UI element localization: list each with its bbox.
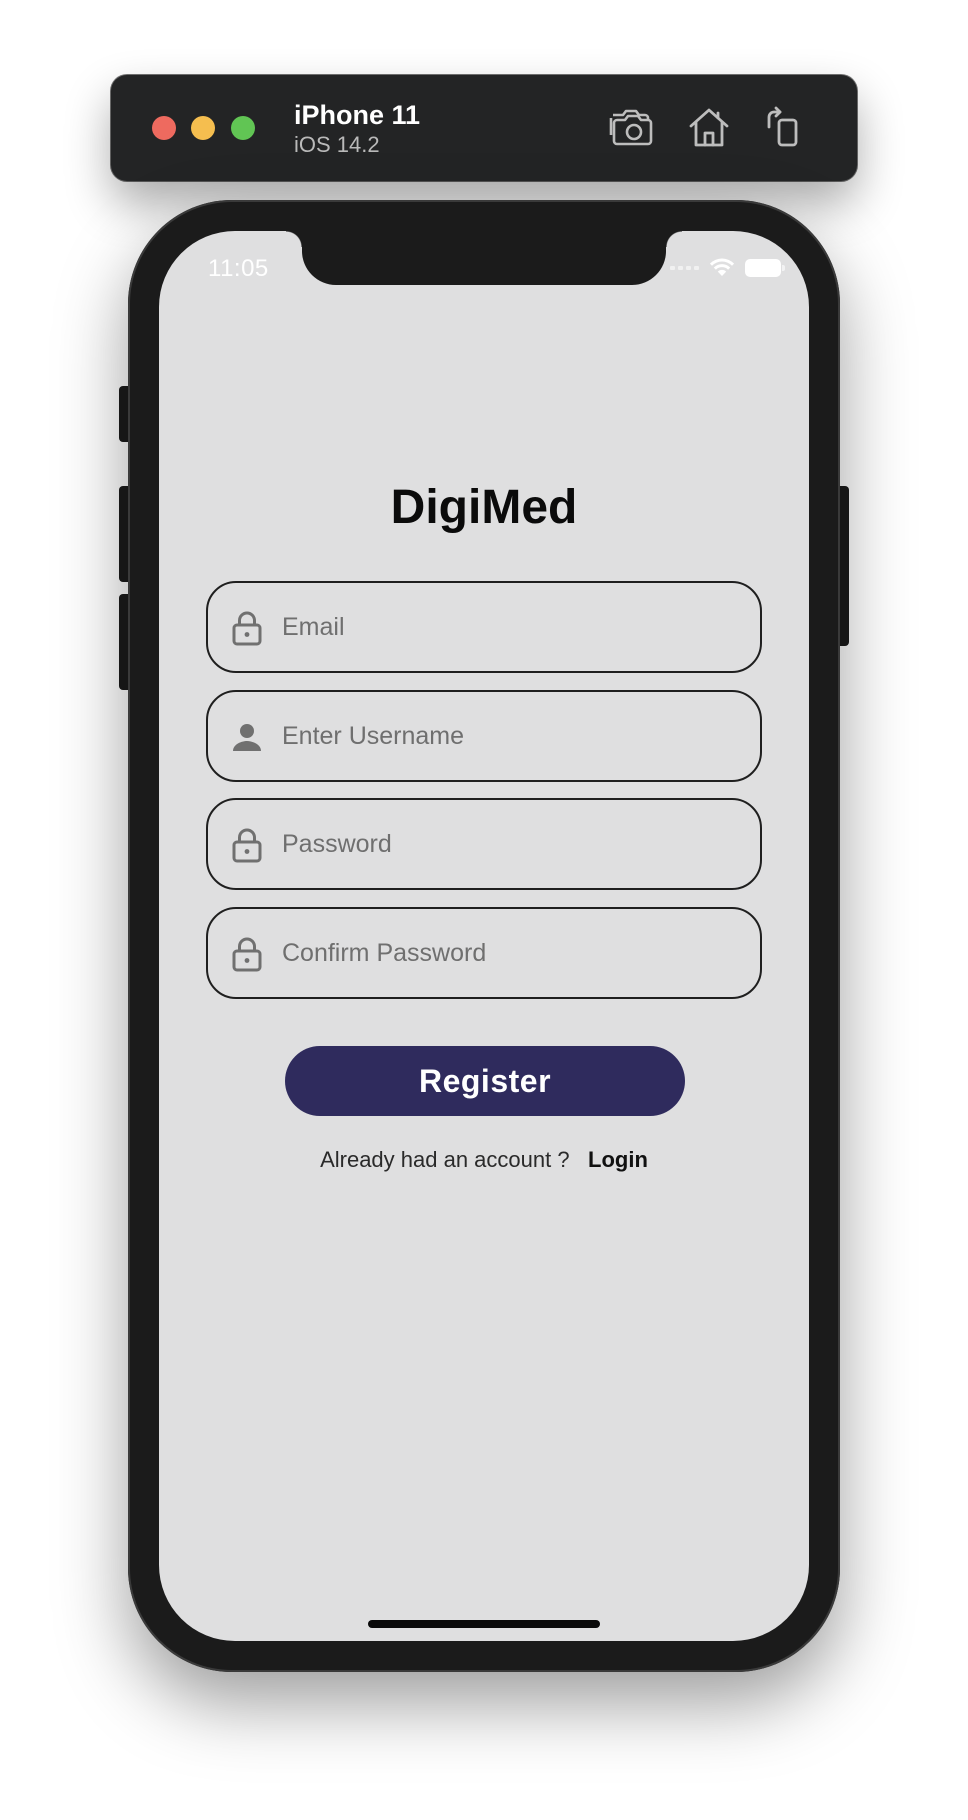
status-icons <box>670 258 785 278</box>
notch <box>286 231 682 285</box>
confirm-password-input[interactable] <box>282 929 742 977</box>
lock-icon <box>230 827 264 863</box>
screenshot-icon[interactable] <box>608 105 654 149</box>
password-field[interactable] <box>206 798 762 890</box>
username-field[interactable] <box>206 690 762 782</box>
password-input[interactable] <box>282 820 742 868</box>
wifi-icon <box>709 258 735 278</box>
battery-icon <box>745 259 785 277</box>
phone-screen: 11:05 DigiMed Email Enter Username Regis… <box>159 231 809 1641</box>
email-input[interactable] <box>282 603 742 651</box>
close-window-button[interactable] <box>152 116 176 140</box>
app-title: DigiMed <box>390 481 578 534</box>
signal-icon <box>670 266 699 270</box>
lock-icon <box>230 936 264 972</box>
register-button[interactable]: Register <box>285 1046 685 1116</box>
email-field[interactable] <box>206 581 762 673</box>
minimize-window-button[interactable] <box>191 116 215 140</box>
login-link[interactable]: Login <box>588 1147 648 1172</box>
login-row: Already had an account ? Login <box>159 1147 809 1173</box>
confirm-password-field[interactable] <box>206 907 762 999</box>
home-indicator[interactable] <box>368 1620 600 1628</box>
zoom-window-button[interactable] <box>231 116 255 140</box>
home-icon[interactable] <box>686 105 732 149</box>
rotate-icon[interactable] <box>761 105 807 149</box>
status-time: 11:05 <box>208 255 269 282</box>
simulator-titlebar: iPhone 11 iOS 14.2 <box>111 75 857 181</box>
os-version: iOS 14.2 <box>294 132 380 157</box>
person-icon <box>230 719 264 755</box>
lock-icon <box>230 610 264 646</box>
login-prompt: Already had an account ? <box>320 1147 570 1172</box>
username-input[interactable] <box>282 712 742 760</box>
device-name: iPhone 11 <box>294 100 421 130</box>
